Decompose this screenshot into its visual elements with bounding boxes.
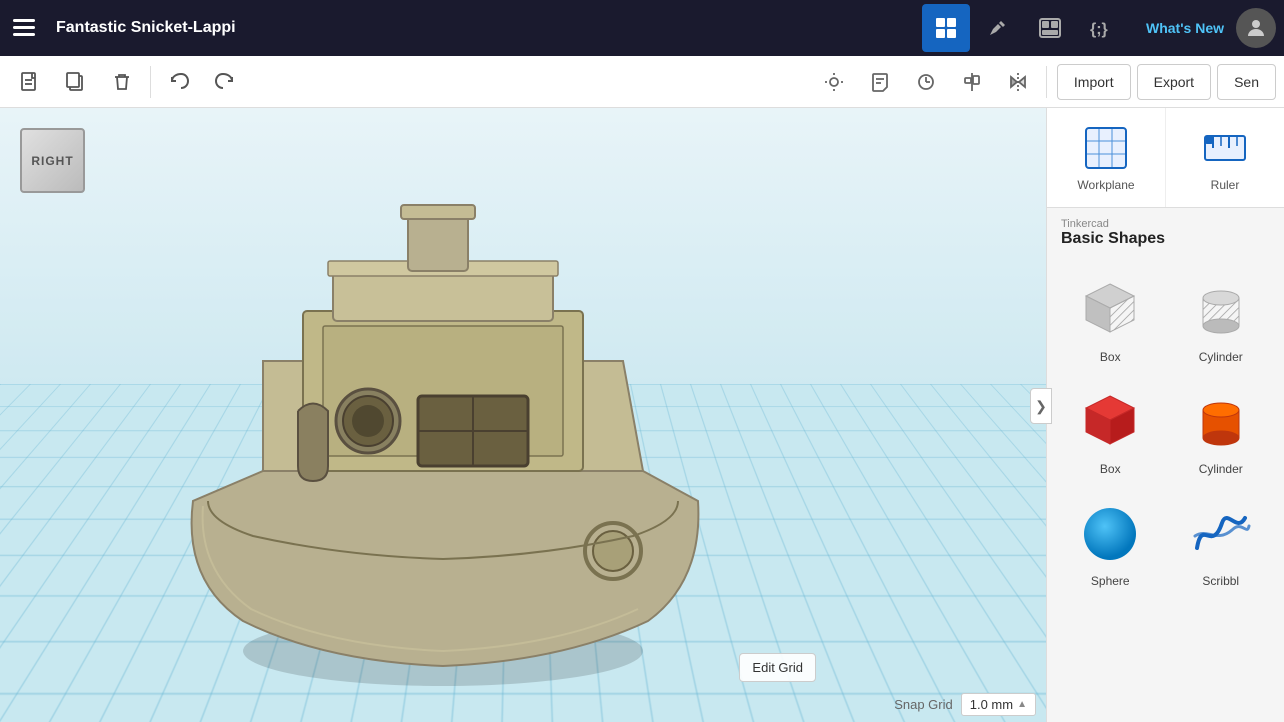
box-gray-icon (1074, 272, 1146, 344)
right-panel: Workplane Ruler (1046, 108, 1284, 722)
cylinder-gray-icon (1185, 272, 1257, 344)
shapes-panel: Tinkercad Basic Shapes (1047, 208, 1284, 722)
toolbar: Import Export Sen (0, 56, 1284, 108)
menu-icon[interactable] (0, 0, 48, 56)
scribble-icon (1185, 496, 1257, 568)
shape-box-red[interactable]: Box (1055, 374, 1166, 486)
undo-button[interactable] (157, 60, 201, 104)
box-gray-label: Box (1100, 350, 1121, 364)
project-title: Fantastic Snicket-Lappi (48, 19, 922, 37)
shapes-header: Tinkercad Basic Shapes (1047, 208, 1284, 254)
code-button[interactable]: {;} (1078, 4, 1126, 52)
note-button[interactable] (858, 60, 902, 104)
snap-grid-value-button[interactable]: 1.0 mm ▲ (961, 693, 1036, 716)
light-button[interactable] (812, 60, 856, 104)
measure-button[interactable] (904, 60, 948, 104)
ruler-tool[interactable]: Ruler (1166, 108, 1284, 207)
top-navigation: Fantastic Snicket-Lappi (0, 0, 1284, 56)
nav-icons: {;} (922, 4, 1126, 52)
cylinder-orange-icon (1185, 384, 1257, 456)
snap-grid-bar: Snap Grid 1.0 mm ▲ (894, 693, 1036, 716)
import-button[interactable]: Import (1057, 64, 1131, 100)
snap-grid-label: Snap Grid (894, 697, 953, 712)
panel-header: Workplane Ruler (1047, 108, 1284, 208)
shape-cylinder-orange[interactable]: Cylinder (1166, 374, 1277, 486)
snap-chevron-icon: ▲ (1017, 699, 1027, 710)
grid-view-button[interactable] (922, 4, 970, 52)
build-button[interactable] (974, 4, 1022, 52)
cylinder-gray-label: Cylinder (1199, 350, 1243, 364)
ruler-label: Ruler (1211, 178, 1240, 192)
gallery-button[interactable] (1026, 4, 1074, 52)
boat-model (103, 181, 803, 701)
shapes-grid: Box (1047, 254, 1284, 606)
separator-2 (1046, 66, 1047, 98)
align-button[interactable] (950, 60, 994, 104)
whats-new-button[interactable]: What's New (1134, 20, 1236, 36)
shapes-title: Basic Shapes (1061, 230, 1270, 248)
shapes-brand: Tinkercad (1061, 218, 1270, 230)
shape-cylinder-gray[interactable]: Cylinder (1166, 262, 1277, 374)
workplane-label: Workplane (1077, 178, 1134, 192)
redo-button[interactable] (203, 60, 247, 104)
mirror-button[interactable] (996, 60, 1040, 104)
view-cube[interactable]: RIGHT (20, 128, 85, 193)
panel-collapse-button[interactable]: ❯ (1030, 388, 1052, 424)
shape-sphere-blue[interactable]: Sphere (1055, 486, 1166, 598)
ruler-icon (1201, 124, 1249, 172)
3d-viewport[interactable]: RIGHT (0, 108, 1046, 722)
workplane-icon (1082, 124, 1130, 172)
cylinder-orange-label: Cylinder (1199, 462, 1243, 476)
new-design-button[interactable] (8, 60, 52, 104)
sphere-blue-label: Sphere (1091, 574, 1130, 588)
separator-1 (150, 66, 151, 98)
edit-grid-button[interactable]: Edit Grid (739, 653, 816, 682)
scribble-label: Scribbl (1202, 574, 1239, 588)
shape-box-gray[interactable]: Box (1055, 262, 1166, 374)
cube-face-right[interactable]: RIGHT (20, 128, 85, 193)
box-red-label: Box (1100, 462, 1121, 476)
export-button[interactable]: Export (1137, 64, 1211, 100)
sphere-blue-icon (1074, 496, 1146, 568)
svg-text:{;}: {;} (1090, 21, 1108, 38)
shape-scribble[interactable]: Scribbl (1166, 486, 1277, 598)
box-red-icon (1074, 384, 1146, 456)
delete-button[interactable] (100, 60, 144, 104)
main-area: RIGHT (0, 108, 1284, 722)
send-button[interactable]: Sen (1217, 64, 1276, 100)
user-avatar-button[interactable] (1236, 8, 1276, 48)
workplane-tool[interactable]: Workplane (1047, 108, 1166, 207)
duplicate-button[interactable] (54, 60, 98, 104)
